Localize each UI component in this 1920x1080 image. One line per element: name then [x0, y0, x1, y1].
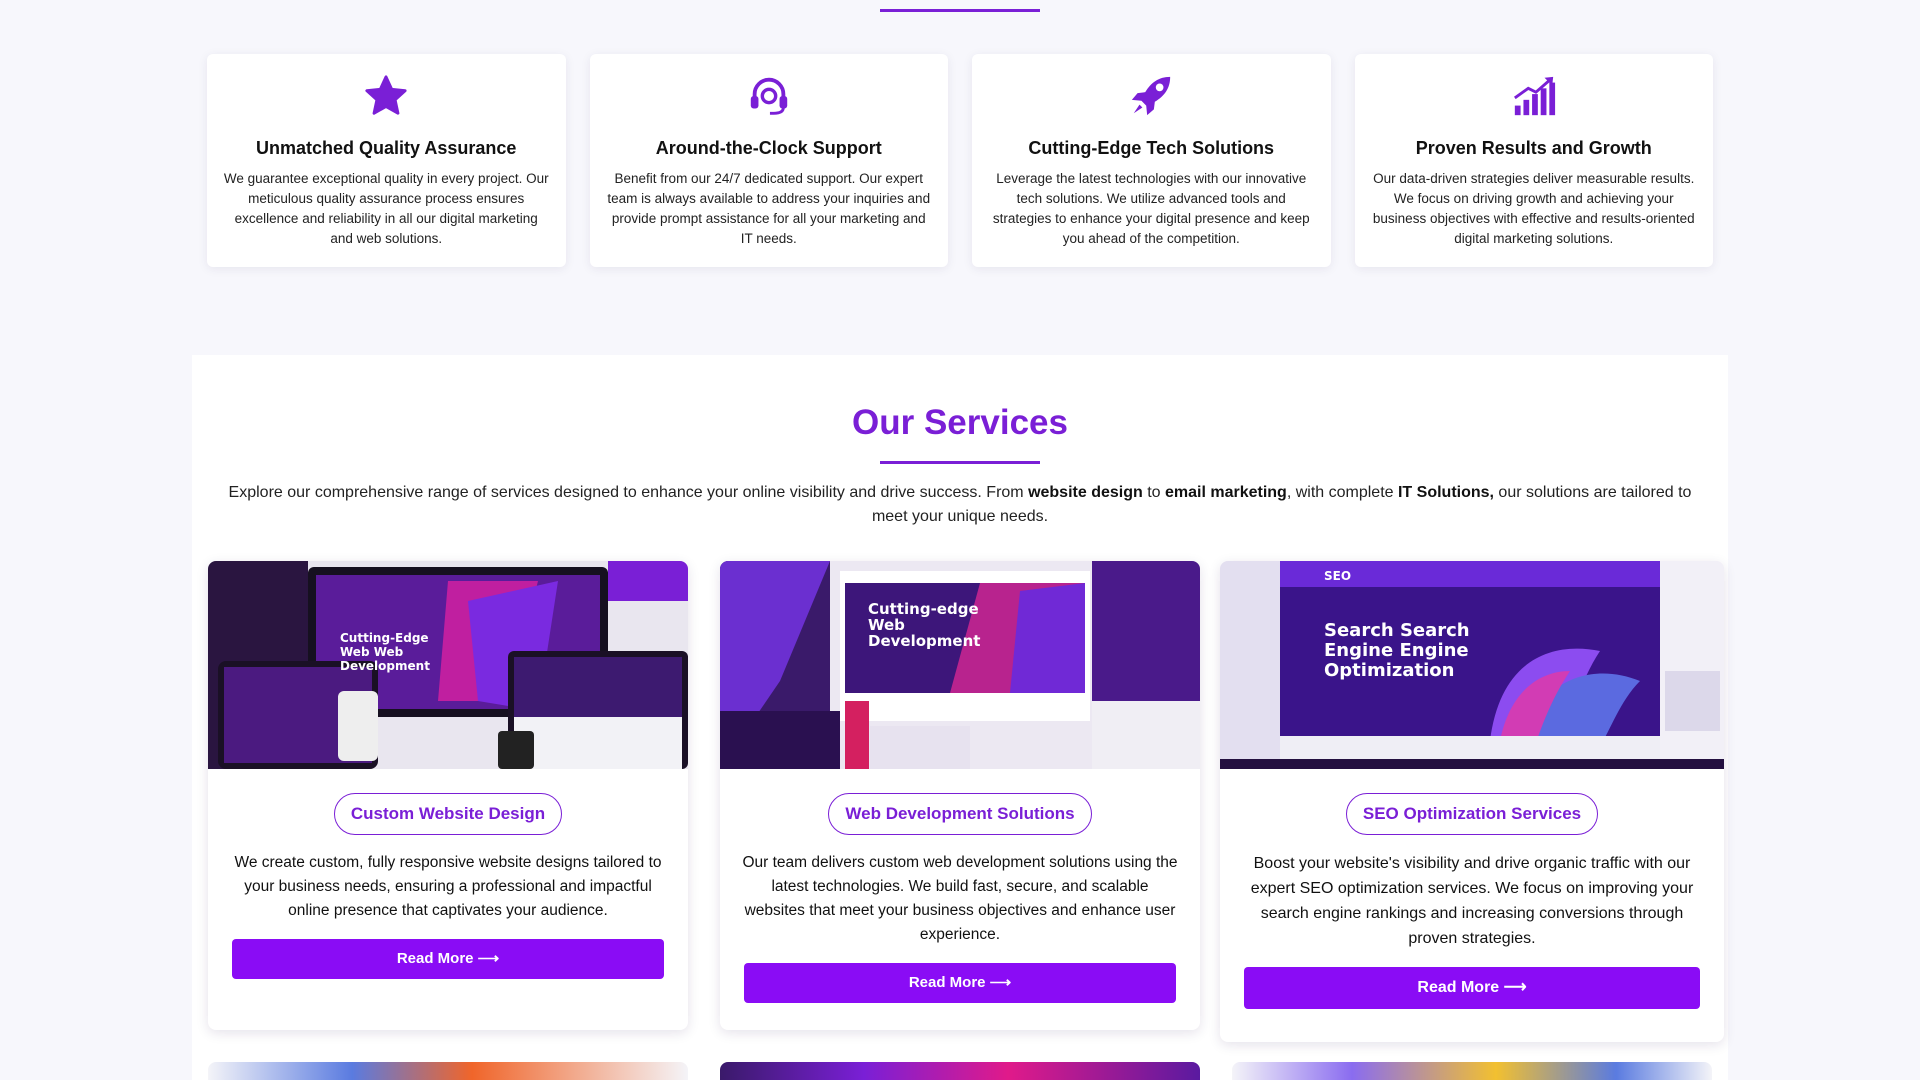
- headset-icon: [606, 70, 933, 122]
- features-row: Unmatched Quality Assurance We guarantee…: [207, 54, 1713, 267]
- intro-text: to: [1142, 484, 1165, 501]
- service-title[interactable]: Custom Website Design: [333, 793, 563, 835]
- feature-card-quality: Unmatched Quality Assurance We guarantee…: [207, 54, 566, 267]
- intro-highlight: email marketing: [1165, 484, 1287, 501]
- feature-title: Unmatched Quality Assurance: [256, 138, 517, 158]
- read-more-button[interactable]: Read More ⟶: [1244, 967, 1700, 1009]
- image-caption: Cutting-Edge Web Web Development: [340, 631, 430, 673]
- feature-text: Benefit from our 24/7 dedicated support.…: [607, 171, 931, 246]
- next-service-card-preview: [208, 1062, 688, 1080]
- feature-text: We guarantee exceptional quality in ever…: [223, 171, 549, 246]
- feature-card-support: Around-the-Clock Support Benefit from ou…: [589, 54, 948, 267]
- read-more-button[interactable]: Read More ⟶: [232, 939, 664, 979]
- service-description: Our team delivers custom web development…: [742, 854, 1178, 943]
- read-more-button[interactable]: Read More ⟶: [744, 963, 1176, 1003]
- service-description: We create custom, fully responsive websi…: [234, 854, 662, 919]
- service-card-website-design: Cutting-Edge Web Web Development Custom …: [208, 561, 688, 1030]
- section-intro: Explore our comprehensive range of servi…: [214, 481, 1706, 529]
- feature-card-tech: Cutting-Edge Tech Solutions Leverage the…: [972, 54, 1331, 267]
- feature-title: Proven Results and Growth: [1415, 138, 1652, 158]
- growth-chart-icon: [1371, 70, 1698, 122]
- feature-text: Leverage the latest technologies with ou…: [992, 171, 1310, 246]
- service-card-seo: SEO Search Search Engine Engine Optimiza…: [1220, 561, 1724, 1042]
- feature-title: Around-the-Clock Support: [655, 138, 882, 158]
- feature-title: Cutting-Edge Tech Solutions: [1028, 138, 1275, 158]
- intro-highlight: IT Solutions,: [1397, 484, 1494, 501]
- service-title[interactable]: Web Development Solutions: [828, 793, 1092, 835]
- star-icon: [223, 70, 550, 122]
- intro-text: , with complete: [1286, 484, 1398, 501]
- intro-highlight: website design: [1028, 484, 1143, 501]
- service-image: Cutting-edge Web Development: [720, 561, 1200, 769]
- feature-card-growth: Proven Results and Growth Our data-drive…: [1354, 54, 1713, 267]
- service-image: Cutting-Edge Web Web Development: [208, 561, 688, 769]
- image-caption: Search Search Engine Engine Optimization: [1324, 620, 1470, 681]
- next-service-card-preview: [1232, 1062, 1712, 1080]
- service-title[interactable]: SEO Optimization Services: [1345, 793, 1599, 835]
- next-service-card-preview: [720, 1062, 1200, 1080]
- intro-text: Explore our comprehensive range of servi…: [228, 484, 1029, 501]
- service-card-web-development: Cutting-edge Web Development Web Develop…: [720, 561, 1200, 1030]
- service-description: Boost your website's visibility and driv…: [1250, 855, 1694, 947]
- feature-text: Our data-driven strategies deliver measu…: [1372, 171, 1695, 246]
- service-image: SEO Search Search Engine Engine Optimiza…: [1220, 561, 1724, 769]
- section-divider: [880, 9, 1040, 12]
- image-caption: Cutting-edge Web Development: [868, 600, 981, 650]
- section-title: Our Services: [852, 403, 1068, 442]
- title-underline: [880, 461, 1040, 464]
- rocket-icon: [988, 70, 1315, 122]
- seo-badge: SEO: [1324, 569, 1352, 583]
